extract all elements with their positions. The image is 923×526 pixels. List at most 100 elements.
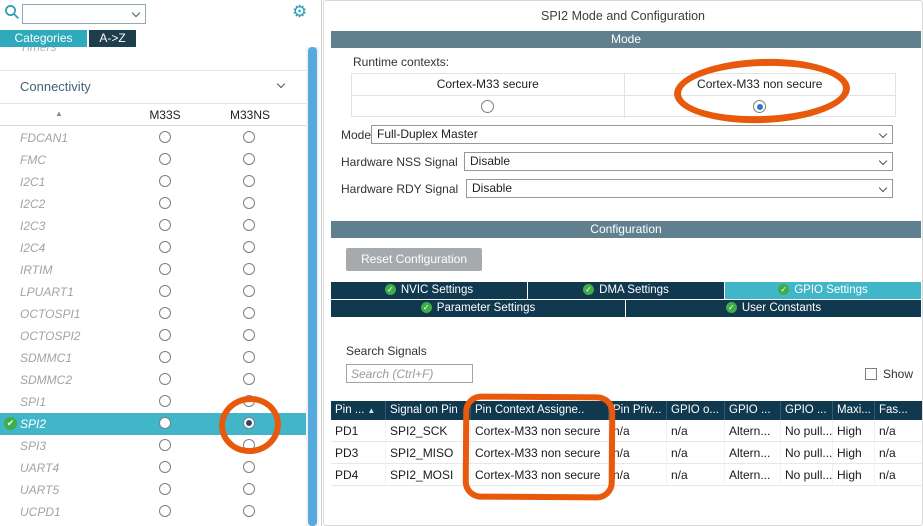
signals-col-header[interactable]: Pin ... ▲ [331, 401, 386, 420]
radio-i2c3-m33s[interactable] [159, 219, 171, 231]
radio-spi2-m33ns[interactable] [243, 417, 255, 429]
radio-fdcan1-m33ns[interactable] [243, 131, 255, 143]
peripheral-row-lpuart1[interactable]: LPUART1 [0, 281, 306, 303]
signals-search-input[interactable] [346, 364, 473, 383]
radio-octospi2-m33ns[interactable] [243, 329, 255, 341]
radio-lpuart1-m33s[interactable] [159, 285, 171, 297]
peripheral-row-i2c4[interactable]: I2C4 [0, 237, 306, 259]
radio-octospi1-m33s[interactable] [159, 307, 171, 319]
signals-col-header[interactable]: Signal on Pin [386, 401, 471, 420]
peripheral-row-irtim[interactable]: IRTIM [0, 259, 306, 281]
radio-ucpd1-m33ns[interactable] [243, 505, 255, 517]
radio-sdmmc2-m33s[interactable] [159, 373, 171, 385]
peripheral-row-i2c3[interactable]: I2C3 [0, 215, 306, 237]
signal-row-pd3[interactable]: PD3 SPI2_MISO Cortex-M33 non secure n/a n/a A… [331, 442, 922, 464]
tab-gpio-settings[interactable]: ✓ GPIO Settings [725, 282, 921, 299]
radio-octospi2-m33s[interactable] [159, 329, 171, 341]
show-checkbox[interactable] [865, 368, 877, 380]
peripheral-row-i2c1[interactable]: I2C1 [0, 171, 306, 193]
signals-col-header[interactable]: Pin Priv... [609, 401, 667, 420]
radio-cortex-m33-secure[interactable] [481, 100, 495, 113]
left-scrollbar[interactable] [306, 47, 319, 526]
radio-ucpd1-m33s[interactable] [159, 505, 171, 517]
chevron-collapse-icon[interactable] [276, 79, 286, 89]
radio-uart5-m33s[interactable] [159, 483, 171, 495]
reset-configuration-button[interactable]: Reset Configuration [346, 248, 482, 271]
radio-uart4-m33s[interactable] [159, 461, 171, 473]
tab-user-constants[interactable]: ✓ User Constants [626, 300, 921, 317]
tab-nvic-settings[interactable]: ✓ NVIC Settings [331, 282, 527, 299]
radio-fmc-m33ns[interactable] [243, 153, 255, 165]
radio-spi1-m33ns[interactable] [243, 395, 255, 407]
peripheral-row-octospi2[interactable]: OCTOSPI2 [0, 325, 306, 347]
enabled-check-icon: ✔ [4, 417, 17, 430]
peripheral-row-fmc[interactable]: FMC [0, 149, 306, 171]
peripheral-row-spi2[interactable]: ✔ SPI2 [0, 413, 306, 435]
peripheral-row-ucpd1[interactable]: UCPD1 [0, 501, 306, 523]
peripheral-row-uart5[interactable]: UART5 [0, 479, 306, 501]
partial-list-item[interactable]: Timers [20, 47, 57, 54]
peripheral-row-spi1[interactable]: SPI1 [0, 391, 306, 413]
radio-irtim-m33s[interactable] [159, 263, 171, 275]
radio-uart5-m33ns[interactable] [243, 483, 255, 495]
radio-i2c3-m33ns[interactable] [243, 219, 255, 231]
category-connectivity[interactable]: Connectivity [0, 71, 306, 103]
signals-col-header-label: Pin Priv... [613, 404, 662, 416]
radio-fmc-m33s[interactable] [159, 153, 171, 165]
radio-sdmmc2-m33ns[interactable] [243, 373, 255, 385]
peripheral-search-combo[interactable] [22, 4, 146, 24]
radio-spi1-m33s[interactable] [159, 395, 171, 407]
radio-octospi1-m33ns[interactable] [243, 307, 255, 319]
signals-col-header[interactable]: GPIO ... [725, 401, 781, 420]
signals-col-header[interactable]: GPIO ... [781, 401, 833, 420]
signals-col-header[interactable]: Pin Context Assigne.. [471, 401, 609, 420]
radio-i2c4-m33ns[interactable] [243, 241, 255, 253]
radio-sdmmc1-m33s[interactable] [159, 351, 171, 363]
radio-cortex-m33-non-secure[interactable] [753, 100, 767, 113]
context-nonsecure-label: Cortex-M33 non secure [623, 74, 896, 95]
signal-row-pd1[interactable]: PD1 SPI2_SCK Cortex-M33 non secure n/a n/a Al… [331, 420, 922, 442]
radio-spi3-m33ns[interactable] [243, 439, 255, 451]
radio-uart4-m33ns[interactable] [243, 461, 255, 473]
radio-i2c1-m33ns[interactable] [243, 175, 255, 187]
peripheral-row-fdcan1[interactable]: FDCAN1 [0, 127, 306, 149]
radio-spi3-m33s[interactable] [159, 439, 171, 451]
peripheral-name: SPI2 [20, 417, 47, 431]
sort-asc-icon[interactable]: ▲ [55, 109, 63, 118]
tab-dma-settings[interactable]: ✓ DMA Settings [528, 282, 724, 299]
radio-fdcan1-m33s[interactable] [159, 131, 171, 143]
radio-sdmmc1-m33ns[interactable] [243, 351, 255, 363]
column-header-m33ns[interactable]: M33NS [226, 108, 274, 122]
hardware-rdy-select[interactable]: Disable [466, 179, 893, 198]
radio-i2c2-m33ns[interactable] [243, 197, 255, 209]
settings-gear-icon[interactable]: ⚙ [292, 2, 307, 22]
left-scrollbar-thumb[interactable] [308, 47, 317, 526]
signals-col-header[interactable]: GPIO o... [667, 401, 725, 420]
hardware-nss-select[interactable]: Disable [464, 152, 893, 171]
tab-parameter-settings[interactable]: ✓ Parameter Settings [331, 300, 625, 317]
tab-az[interactable]: A->Z [89, 30, 136, 47]
tab-categories[interactable]: Categories [0, 30, 87, 47]
radio-lpuart1-m33ns[interactable] [243, 285, 255, 297]
radio-i2c1-m33s[interactable] [159, 175, 171, 187]
peripheral-row-sdmmc1[interactable]: SDMMC1 [0, 347, 306, 369]
radio-spi2-m33s[interactable] [159, 417, 171, 429]
peripheral-row-i2c2[interactable]: I2C2 [0, 193, 306, 215]
peripheral-row-spi3[interactable]: SPI3 [0, 435, 306, 457]
signals-col-header-label: GPIO ... [729, 404, 771, 416]
signals-col-header[interactable]: Maxi... [833, 401, 875, 420]
mode-select[interactable]: Full-Duplex Master [371, 125, 893, 144]
mode-select-value: Full-Duplex Master [377, 127, 478, 141]
signal-cell: No pull... [781, 464, 833, 485]
signal-row-pd4[interactable]: PD4 SPI2_MOSI Cortex-M33 non secure n/a n/a A… [331, 464, 922, 486]
peripheral-row-sdmmc2[interactable]: SDMMC2 [0, 369, 306, 391]
radio-irtim-m33ns[interactable] [243, 263, 255, 275]
peripheral-row-octospi1[interactable]: OCTOSPI1 [0, 303, 306, 325]
column-header-m33s[interactable]: M33S [143, 108, 187, 122]
signal-cell: SPI2_MISO [386, 442, 471, 463]
signals-col-header[interactable]: Fas... [875, 401, 922, 420]
peripheral-name: SDMMC2 [20, 373, 73, 387]
radio-i2c4-m33s[interactable] [159, 241, 171, 253]
radio-i2c2-m33s[interactable] [159, 197, 171, 209]
peripheral-row-uart4[interactable]: UART4 [0, 457, 306, 479]
